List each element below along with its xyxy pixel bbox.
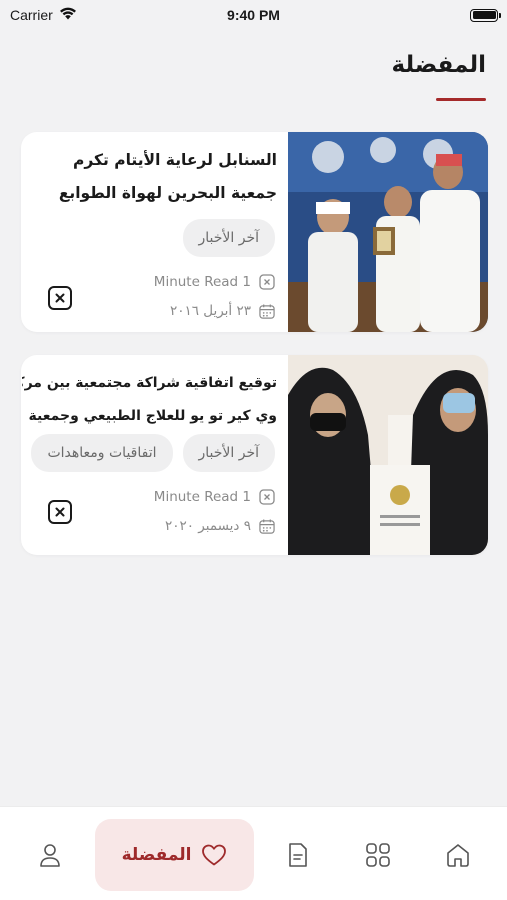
news-photo [288, 355, 488, 555]
tag-chip[interactable]: آخر الأخبار [182, 434, 275, 472]
remove-favorite-button[interactable] [48, 286, 72, 310]
grid-icon [366, 843, 390, 867]
carrier-label: Carrier [10, 7, 53, 23]
card-tags: آخر الأخبار [182, 219, 275, 257]
battery-icon [470, 8, 501, 22]
card-title-line: السنابل لرعاية الأيتام تكرم [72, 151, 277, 169]
page-title: المفضلة [391, 52, 487, 78]
clock-icon [259, 489, 275, 505]
card-title-line: توقيع اتفاقية شراكة مجتمعية بين مركز [22, 375, 277, 391]
date-row: ٩ ديسمبر ٢٠٢٠ [165, 518, 275, 534]
status-left: Carrier [10, 7, 77, 23]
tag-chip[interactable]: اتفاقيات ومعاهدات [31, 434, 173, 472]
close-icon [55, 293, 65, 303]
read-time-row: Minute Read 1 [154, 274, 275, 290]
date-row: ٢٣ أبريل ٢٠١٦ [170, 303, 275, 319]
favorite-card[interactable]: السنابل لرعاية الأيتام تكرم جمعية البحري… [21, 132, 488, 332]
status-bar: Carrier 9:40 PM [0, 0, 507, 30]
read-time: Minute Read 1 [153, 489, 251, 505]
close-icon [55, 507, 65, 517]
card-title-line: وي كير تو يو للعلاج الطبيعي وجمعية [28, 408, 277, 424]
card-title-line: جمعية البحرين لهواة الطوابع [58, 184, 277, 202]
read-time-row: Minute Read 1 [154, 489, 275, 505]
calendar-icon [259, 303, 275, 319]
publish-date: ٢٣ أبريل ٢٠١٦ [169, 303, 251, 319]
bottom-tab-bar: المفضلة [0, 806, 507, 900]
tab-favorites-label: المفضلة [121, 845, 192, 865]
card-tags: آخر الأخبار اتفاقيات ومعاهدات [31, 434, 275, 472]
tab-profile[interactable] [30, 819, 70, 891]
title-underline [436, 98, 486, 101]
card-content: توقيع اتفاقية شراكة مجتمعية بين مركز وي … [21, 355, 288, 555]
tab-favorites[interactable]: المفضلة [95, 819, 254, 891]
clock-icon [259, 274, 275, 290]
publish-date: ٩ ديسمبر ٢٠٢٠ [164, 518, 251, 534]
calendar-icon [259, 518, 275, 534]
tab-articles[interactable] [278, 819, 318, 891]
heart-icon [202, 844, 227, 866]
news-photo [288, 132, 488, 332]
wifi-icon [59, 7, 77, 23]
home-icon [447, 844, 469, 867]
read-time: Minute Read 1 [153, 274, 251, 290]
tab-categories[interactable] [358, 819, 398, 891]
favorite-card[interactable]: توقيع اتفاقية شراكة مجتمعية بين مركز وي … [21, 355, 488, 555]
profile-icon [40, 844, 60, 867]
tab-home[interactable] [438, 819, 478, 891]
document-icon [289, 843, 307, 867]
tag-chip[interactable]: آخر الأخبار [182, 219, 275, 257]
card-title[interactable]: السنابل لرعاية الأيتام تكرم جمعية البحري… [22, 144, 277, 210]
remove-favorite-button[interactable] [48, 500, 72, 524]
card-title[interactable]: توقيع اتفاقية شراكة مجتمعية بين مركز وي … [22, 367, 277, 433]
